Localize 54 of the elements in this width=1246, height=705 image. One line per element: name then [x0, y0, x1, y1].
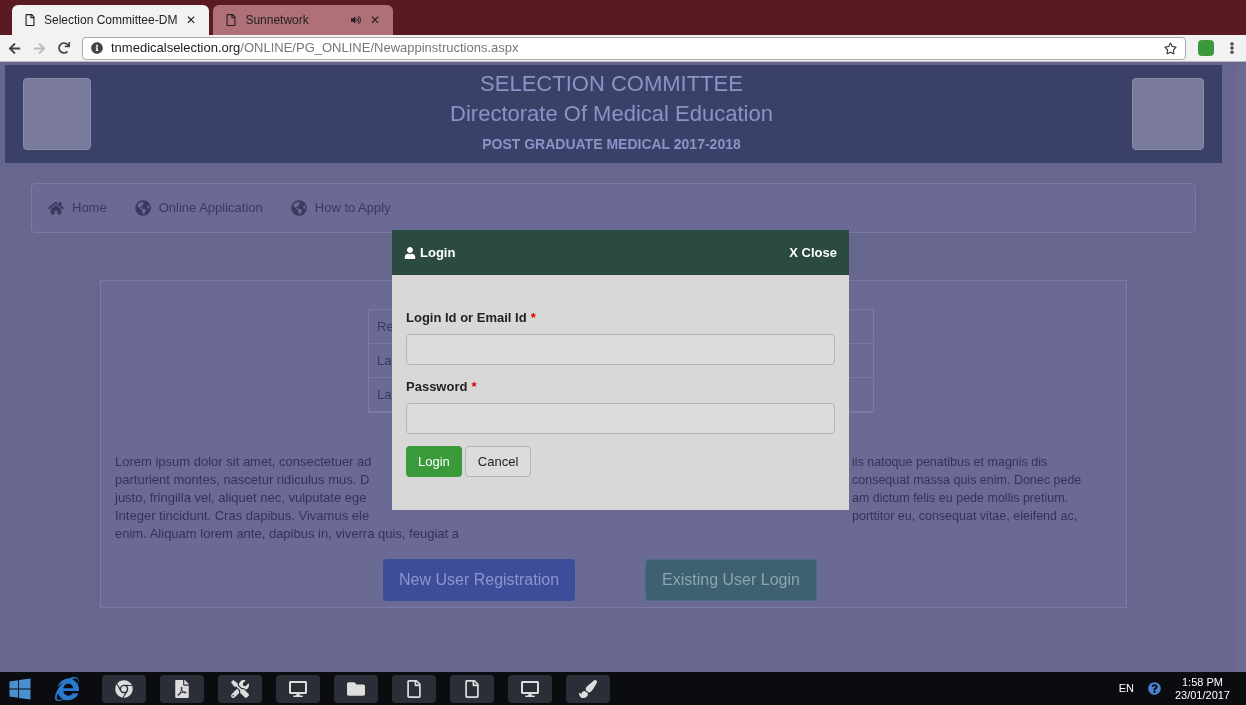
home-icon — [48, 200, 64, 216]
dialog-title: Login — [404, 242, 456, 263]
body-text: am dictum felis eu pede mollis pretium. — [852, 490, 1069, 507]
browser-tab[interactable]: Selection Committee-DM ✕ — [12, 5, 210, 35]
back-icon[interactable] — [8, 41, 21, 55]
body-text: parturient montes, nascetur ridiculus mus. D — [115, 471, 371, 489]
taskbar-app-icon[interactable] — [450, 674, 494, 703]
body-text: enim. Aliquam lorem ante, dapibus in, viverra quis, feugiat a — [115, 525, 460, 543]
taskbar-app-icon[interactable] — [566, 674, 610, 703]
site-subtitle: Directorate Of Medical Education — [450, 100, 773, 128]
browser-tab[interactable]: Sunnetwork ✕ — [213, 5, 394, 35]
body-text: porttitor eu, consequat vitae, eleifend ac, — [852, 508, 1078, 525]
reload-icon[interactable] — [58, 42, 70, 54]
clock-date: 23/01/2017 — [1174, 688, 1230, 702]
clock-time: 1:58 PM — [1182, 675, 1223, 689]
address-field[interactable]: tnmedicalselection.org/ONLINE/PG_ONLINE/Newappinstructions.aspx — [82, 36, 1186, 60]
body-text: justo, fringilla vel, aliquet nec, vulputate ege — [115, 489, 368, 507]
browser-icon[interactable] — [55, 676, 79, 701]
help-icon[interactable] — [1147, 682, 1161, 695]
star-icon[interactable] — [1164, 41, 1177, 55]
taskbar-app-icon[interactable] — [102, 674, 146, 703]
registration-button[interactable]: New User Registration — [383, 559, 576, 601]
course-title: POST GRADUATE MEDICAL 2017-2018 — [482, 135, 741, 154]
cancel-button[interactable]: Cancel — [464, 446, 532, 477]
tab-close-button[interactable]: ✕ — [185, 13, 198, 27]
tab-title: Selection Committee-DM — [44, 12, 178, 29]
user-icon — [404, 246, 416, 259]
body-text: consequat massa quis enim. Donec pede — [852, 472, 1082, 489]
field-label: Password * — [406, 378, 478, 396]
globe-icon — [134, 200, 151, 216]
page-icon — [24, 14, 36, 26]
language-indicator[interactable]: EN — [1118, 680, 1134, 697]
globe-icon — [290, 200, 307, 216]
page-icon — [225, 14, 238, 26]
url-text: tnmedicalselection.org/ONLINE/PG_ONLINE/Newappinstructions.aspx — [111, 39, 520, 58]
info-icon — [91, 42, 103, 54]
body-text: Integer tincidunt. Cras dapibus. Vivamus ele — [115, 507, 371, 525]
taskbar-app-icon[interactable] — [160, 674, 204, 703]
taskbar-app-icon[interactable] — [334, 674, 378, 703]
close-button[interactable]: X Close — [789, 242, 837, 263]
login-button[interactable]: Existing User Login — [645, 559, 817, 601]
taskbar-app-icon[interactable] — [276, 674, 320, 703]
taskbar-app-icon[interactable] — [392, 674, 436, 703]
tab-close-button[interactable]: ✕ — [369, 13, 382, 27]
body-text: Lorem ipsum dolor sit amet, consectetuer ad — [115, 453, 373, 471]
taskbar-app-icon[interactable] — [508, 674, 552, 703]
input-field[interactable] — [406, 403, 835, 434]
taskbar-app-icon[interactable] — [218, 674, 262, 703]
site-title: SELECTION COMMITTEE — [480, 70, 743, 98]
submit-button[interactable]: Login — [406, 446, 462, 477]
start-icon[interactable] — [8, 676, 32, 701]
tab-title: Sunnetwork — [245, 12, 310, 29]
input-field[interactable] — [406, 334, 835, 365]
field-label: Login Id or Email Id * — [406, 309, 537, 327]
